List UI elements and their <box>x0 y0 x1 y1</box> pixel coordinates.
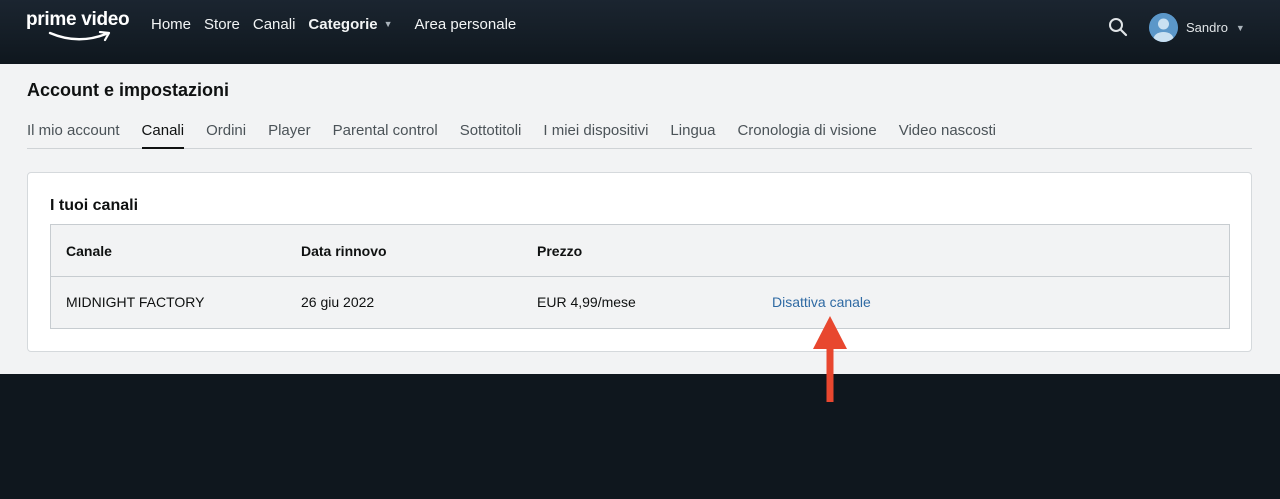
account-settings-panel: Account e impostazioni Il mio account Ca… <box>0 64 1280 374</box>
avatar-icon <box>1149 13 1178 42</box>
profile-name: Sandro <box>1186 20 1228 35</box>
channel-name: MIDNIGHT FACTORY <box>66 294 205 310</box>
column-header-data-rinnovo: Data rinnovo <box>301 243 387 259</box>
tab-i-miei-dispositivi[interactable]: I miei dispositivi <box>543 122 648 149</box>
prime-video-logo[interactable]: prime video <box>26 9 136 49</box>
tab-parental-control[interactable]: Parental control <box>333 122 438 149</box>
channels-card: I tuoi canali Canale Data rinnovo Prezzo… <box>27 172 1252 352</box>
nav-categorie-label: Categorie <box>308 15 378 33</box>
logo-text: prime video <box>26 9 130 30</box>
search-icon[interactable] <box>1108 17 1128 37</box>
column-header-canale: Canale <box>66 243 112 259</box>
main-nav: Home Store Canali Categorie ▼ Area person… <box>151 0 529 48</box>
nav-categorie[interactable]: Categorie ▼ <box>308 16 392 33</box>
page-title: Account e impostazioni <box>27 80 230 100</box>
tab-video-nascosti[interactable]: Video nascosti <box>899 122 996 149</box>
table-row: MIDNIGHT FACTORY 26 giu 2022 EUR 4,99/me… <box>51 277 1229 328</box>
tab-canali[interactable]: Canali <box>141 122 185 149</box>
tab-ordini[interactable]: Ordini <box>206 122 246 149</box>
table-header: Canale Data rinnovo Prezzo <box>51 225 1229 277</box>
disattiva-canale-link[interactable]: Disattiva canale <box>772 294 871 310</box>
channels-table: Canale Data rinnovo Prezzo MIDNIGHT FACT… <box>50 224 1230 329</box>
chevron-down-icon: ▼ <box>383 18 393 29</box>
tab-il-mio-account[interactable]: Il mio account <box>27 122 120 149</box>
annotation-arrow-icon <box>813 316 847 402</box>
chevron-down-icon: ▼ <box>1235 22 1245 33</box>
column-header-prezzo: Prezzo <box>537 243 583 259</box>
nav-area-personale[interactable]: Area personale <box>415 16 517 33</box>
channels-title: I tuoi canali <box>50 197 139 214</box>
settings-tabs: Il mio account Canali Ordini Player Pare… <box>27 122 1252 149</box>
tab-player[interactable]: Player <box>268 122 311 149</box>
nav-canali[interactable]: Canali <box>253 16 296 33</box>
profile-menu[interactable]: Sandro ▼ <box>1149 13 1245 42</box>
top-navigation: prime video Home Store Canali Categorie ▼… <box>0 0 1280 64</box>
tab-lingua[interactable]: Lingua <box>670 122 715 149</box>
smile-arrow-icon <box>48 31 111 42</box>
nav-store[interactable]: Store <box>204 16 240 33</box>
tab-sottotitoli[interactable]: Sottotitoli <box>460 122 522 149</box>
nav-home[interactable]: Home <box>151 16 191 33</box>
channel-price: EUR 4,99/mese <box>537 294 636 310</box>
tab-cronologia-di-visione[interactable]: Cronologia di visione <box>737 122 876 149</box>
renewal-date: 26 giu 2022 <box>301 294 375 310</box>
